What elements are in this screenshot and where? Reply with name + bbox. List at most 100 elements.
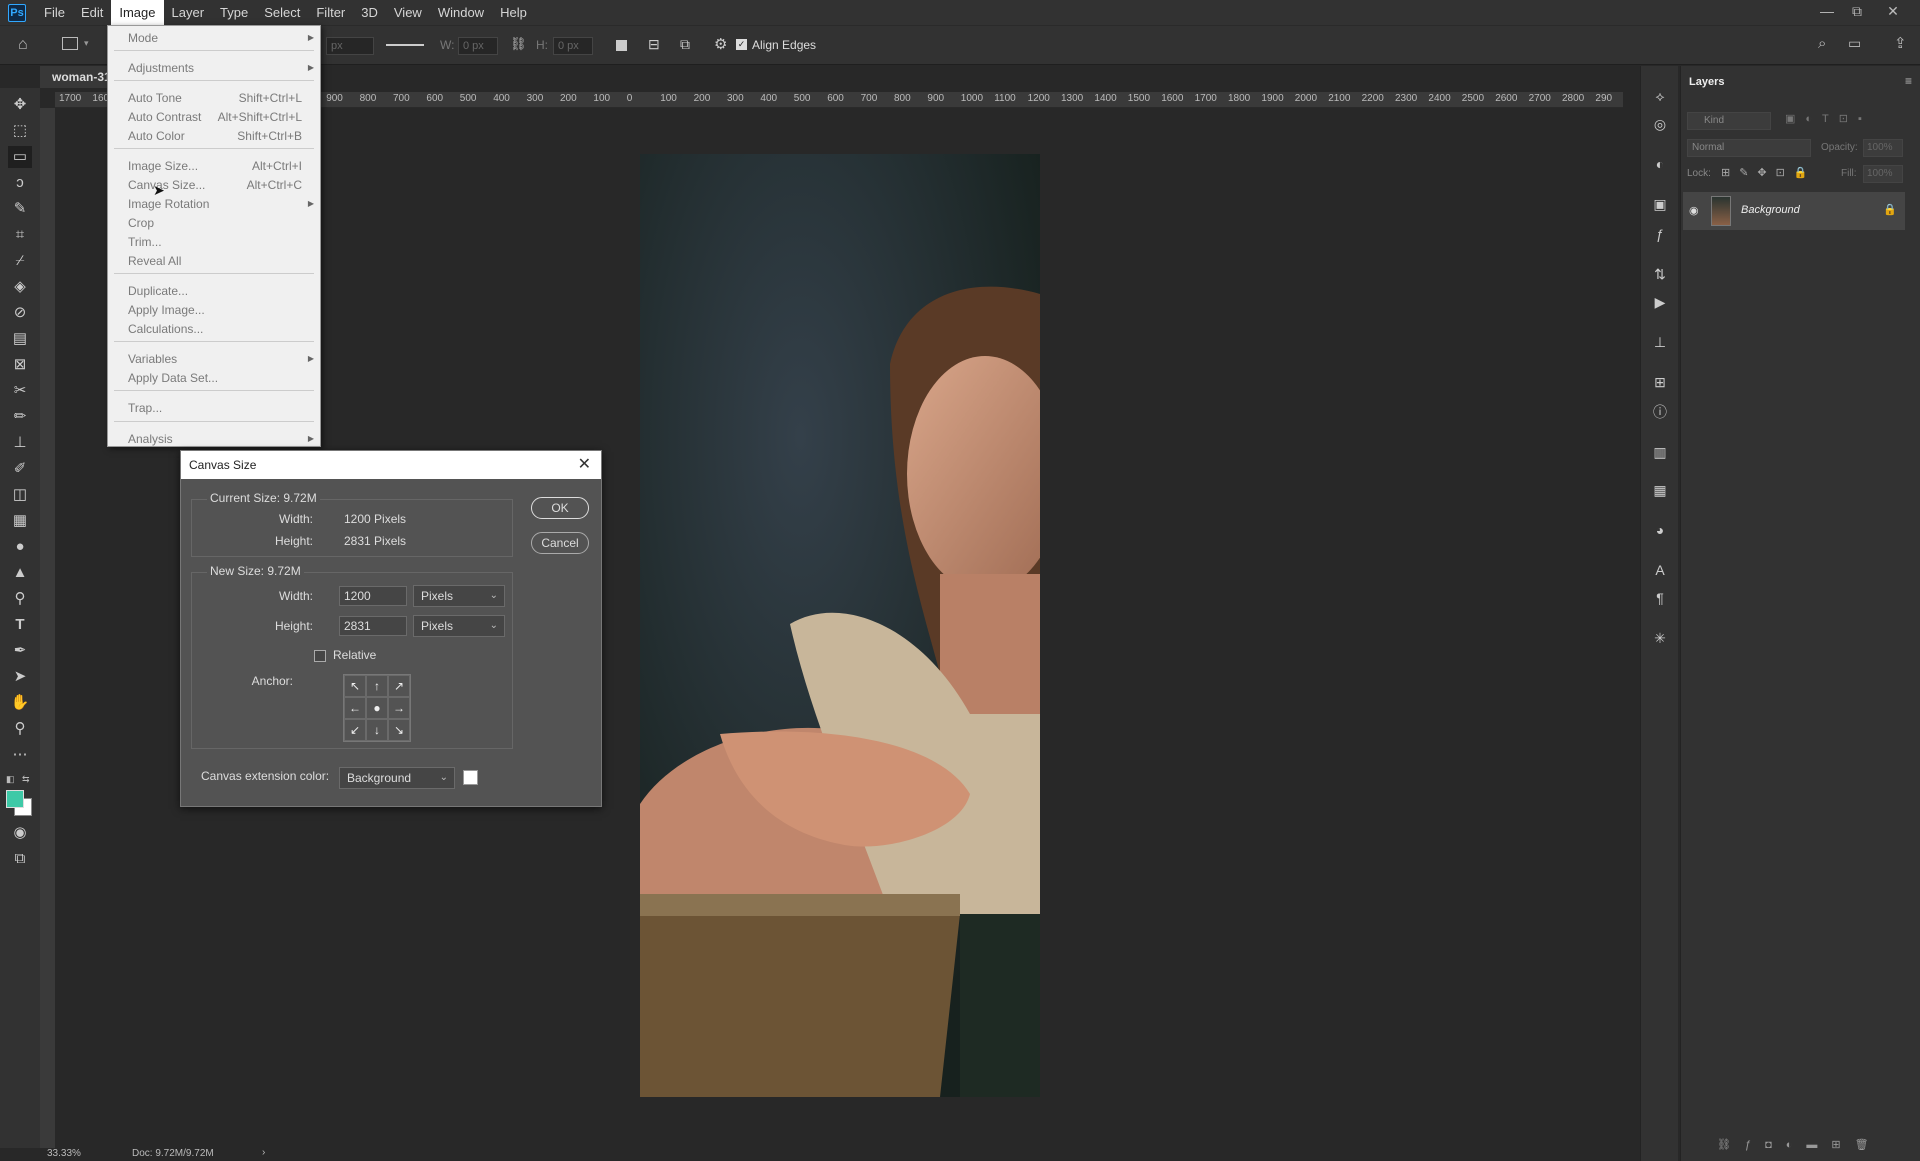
new-height-input[interactable]: 2831 <box>339 616 407 636</box>
extension-color-swatch[interactable] <box>463 770 478 785</box>
info-icon[interactable]: ⓘ <box>1650 402 1670 422</box>
menu-type[interactable]: Type <box>212 0 256 25</box>
clone-stamp-icon[interactable]: ⊥ <box>8 432 32 454</box>
menu-file[interactable]: File <box>36 0 73 25</box>
styles-icon[interactable]: ƒ <box>1650 224 1670 244</box>
blend-mode-select[interactable]: Normal <box>1687 139 1811 157</box>
layer-actions-icons[interactable]: ⛓ƒ◘◐▬⊞🗑 <box>1717 1138 1883 1151</box>
chevron-down-icon[interactable]: ▾ <box>84 38 89 49</box>
gear-icon[interactable]: ⚙ <box>714 35 727 53</box>
document-image[interactable] <box>640 154 1040 1097</box>
zoom-tool-icon[interactable]: ⚲ <box>8 718 32 740</box>
search-icon[interactable]: ⌕ <box>1818 35 1826 52</box>
anchor-bottom-left[interactable]: ↙ <box>344 719 366 741</box>
anchor-bottom-right[interactable]: ↘ <box>388 719 410 741</box>
sharpen-tool-icon[interactable]: ▲ <box>8 562 32 584</box>
image-menu-item[interactable]: Apply Image... <box>108 301 320 319</box>
path-selection-icon[interactable]: ➤ <box>8 666 32 688</box>
anchor-center[interactable]: ● <box>366 697 388 719</box>
artboard-tool-icon[interactable]: ⬚ <box>8 120 32 142</box>
close-window-button[interactable]: ✕ <box>1878 0 1908 25</box>
zoom-level[interactable]: 33.33% <box>47 1148 81 1159</box>
image-menu-item[interactable]: Trap... <box>108 399 320 417</box>
crop-tool-icon[interactable]: ⌗ <box>8 224 32 246</box>
paths-icon[interactable]: ⟡ <box>1650 86 1670 106</box>
anchor-top[interactable]: ↑ <box>366 675 388 697</box>
image-menu-item[interactable]: Duplicate... <box>108 282 320 300</box>
actions-icon[interactable]: ▶ <box>1650 292 1670 312</box>
align-edges-checkbox[interactable]: ✓ <box>736 39 747 50</box>
image-menu-item[interactable]: Mode ▶ <box>108 29 320 47</box>
properties-icon[interactable]: ⊞ <box>1650 372 1670 392</box>
more-tools-icon[interactable]: ⋯ <box>8 744 32 766</box>
relative-checkbox[interactable] <box>314 650 326 662</box>
layers-tab[interactable]: Layers <box>1689 76 1724 88</box>
quick-selection-icon[interactable]: ✎ <box>8 198 32 220</box>
anchor-bottom[interactable]: ↓ <box>366 719 388 741</box>
history-brush-icon[interactable]: ✐ <box>8 458 32 480</box>
path-arrangement-icon[interactable]: ⧉ <box>680 36 690 53</box>
swap-colors-icon[interactable]: ⇆ <box>22 774 30 785</box>
stroke-width-field[interactable]: px <box>326 37 374 55</box>
measurement-icon[interactable]: ▥ <box>1650 442 1670 462</box>
image-menu-item[interactable]: Analysis ▶ <box>108 430 320 448</box>
restore-button[interactable]: ⧉ <box>1842 0 1872 25</box>
color-icon[interactable]: ◐ <box>1650 154 1670 174</box>
menu-edit[interactable]: Edit <box>73 0 111 25</box>
anchor-top-right[interactable]: ↗ <box>388 675 410 697</box>
foreground-color-swatch[interactable] <box>6 790 24 808</box>
anchor-top-left[interactable]: ↖ <box>344 675 366 697</box>
image-menu-item[interactable]: Auto Color Shift+Ctrl+B <box>108 127 320 145</box>
visibility-eye-icon[interactable]: ◉ <box>1689 204 1699 217</box>
move-tool-icon[interactable]: ✥ <box>8 94 32 116</box>
blur-tool-icon[interactable]: ● <box>8 536 32 558</box>
new-width-input[interactable]: 1200 <box>339 586 407 606</box>
anchor-left[interactable]: ← <box>344 697 366 719</box>
home-icon[interactable]: ⌂ <box>18 36 28 54</box>
channels-icon[interactable]: ◎ <box>1650 114 1670 134</box>
hand-tool-icon[interactable]: ✋ <box>8 692 32 714</box>
menu-3d[interactable]: 3D <box>353 0 386 25</box>
image-menu-item[interactable]: Auto Tone Shift+Ctrl+L <box>108 89 320 107</box>
menu-select[interactable]: Select <box>256 0 308 25</box>
eraser-icon[interactable]: ◫ <box>8 484 32 506</box>
menu-window[interactable]: Window <box>430 0 492 25</box>
image-menu-item[interactable]: Calculations... <box>108 320 320 338</box>
ok-button[interactable]: OK <box>531 497 589 519</box>
menu-image[interactable]: Image <box>111 0 164 25</box>
panel-menu-icon[interactable]: ≡ <box>1905 74 1912 88</box>
image-menu-item[interactable]: Canvas Size... Alt+Ctrl+C <box>108 176 320 194</box>
quick-mask-icon[interactable]: ◉ <box>8 822 32 844</box>
image-menu-item[interactable]: Reveal All <box>108 252 320 270</box>
libraries-icon[interactable]: ▣ <box>1650 194 1670 214</box>
height-unit-select[interactable]: Pixels ⌄ <box>413 615 505 637</box>
menu-layer[interactable]: Layer <box>164 0 213 25</box>
healing-brush-icon[interactable]: ⊘ <box>8 302 32 324</box>
dodge-tool-icon[interactable]: ⚲ <box>8 588 32 610</box>
paint-bucket-icon[interactable]: ◈ <box>8 276 32 298</box>
path-operations-icon[interactable] <box>616 40 627 51</box>
swatches-icon[interactable]: ◕ <box>1650 520 1670 540</box>
default-colors-icon[interactable]: ◧ <box>6 774 15 785</box>
menu-filter[interactable]: Filter <box>308 0 353 25</box>
clone-source-icon[interactable]: ⊥ <box>1650 332 1670 352</box>
image-menu-item[interactable]: Adjustments ▶ <box>108 59 320 77</box>
rectangle-tool-icon[interactable]: ▭ <box>8 146 32 168</box>
link-icon[interactable]: ⛓ <box>510 36 527 52</box>
extension-color-select[interactable]: Background ⌄ <box>339 767 455 789</box>
scissors-icon[interactable]: ✂ <box>8 380 32 402</box>
timeline-icon[interactable]: ▦ <box>1650 480 1670 500</box>
screen-mode-icon[interactable]: ⧉ <box>8 848 32 870</box>
anchor-right[interactable]: → <box>388 697 410 719</box>
image-menu-item[interactable]: Trim... <box>108 233 320 251</box>
image-menu-item[interactable]: Image Size... Alt+Ctrl+I <box>108 157 320 175</box>
filter-icons[interactable]: ▣◐T⊡▪ <box>1785 112 1905 125</box>
opacity-field[interactable]: 100% <box>1863 139 1903 157</box>
lock-icons[interactable]: ⊞✎✥⊡🔒 <box>1721 166 1817 179</box>
chevron-right-icon[interactable]: › <box>262 1147 265 1158</box>
rectangle-shape-icon[interactable] <box>62 37 78 50</box>
image-menu-item[interactable]: Crop <box>108 214 320 232</box>
gradient-icon[interactable]: ▦ <box>8 510 32 532</box>
eyedropper-icon[interactable]: ⌿ <box>8 250 32 272</box>
character-icon[interactable]: A <box>1650 560 1670 580</box>
